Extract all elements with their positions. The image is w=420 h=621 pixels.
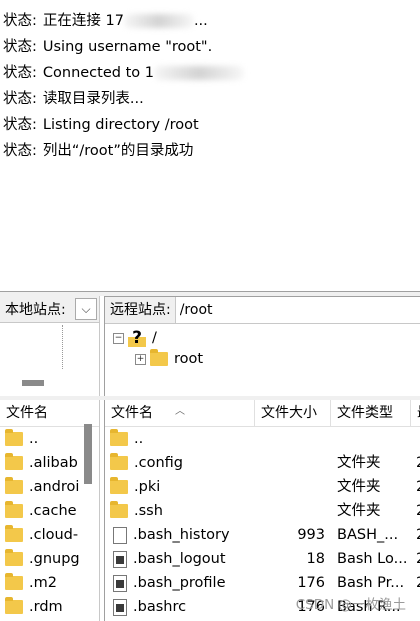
local-tree[interactable]: [0, 323, 99, 371]
list-item[interactable]: .cloud-: [0, 523, 99, 547]
script-file-icon: [113, 550, 127, 568]
redacted-ip: [153, 66, 244, 80]
remote-site-label: 远程站点:: [105, 296, 176, 324]
log-line: 状态: Connected to 1: [3, 60, 244, 86]
cell-name: .ssh: [110, 499, 163, 523]
folder-icon: [110, 477, 128, 494]
column-header-size[interactable]: 文件大小: [255, 400, 331, 427]
table-row[interactable]: .bash_profile 176 Bash Pr... 2: [105, 571, 420, 595]
cell-name: .bash_profile: [110, 571, 226, 595]
local-site-label: 本地站点:: [5, 302, 66, 318]
cell-name: .bashrc: [110, 595, 186, 619]
table-row[interactable]: .ssh 文件夹 2: [105, 499, 420, 523]
cell-type: 文件夹: [337, 455, 381, 471]
local-site-dropdown[interactable]: ⌵: [75, 298, 97, 320]
folder-icon: [5, 597, 23, 614]
horizontal-scrollbar[interactable]: [22, 380, 44, 386]
cell-size: 176: [297, 575, 325, 591]
folder-icon: [5, 573, 23, 590]
cell-type: Bash Pr...: [337, 575, 405, 591]
cell-modified: 2: [416, 547, 420, 571]
script-file-icon: [113, 598, 127, 616]
folder-icon: [5, 525, 23, 542]
folder-icon: [5, 501, 23, 518]
cell-size: 18: [306, 551, 325, 567]
remote-file-list: 文件名︿ 文件大小 文件类型 最 ...config文件夹2.pki文件夹2.s…: [104, 400, 420, 621]
remote-path-input[interactable]: [175, 297, 420, 323]
cell-name: ..: [110, 427, 143, 451]
redacted-ip: [123, 14, 194, 28]
log-line: 状态: Listing directory /root: [3, 117, 199, 133]
cell-type: BASH_...: [337, 527, 399, 543]
script-file-icon: [113, 574, 127, 592]
cell-name: .pki: [110, 475, 160, 499]
table-row[interactable]: ..: [105, 427, 420, 451]
watermark: CSDN @一枚渔土: [295, 597, 406, 613]
local-site-bar: 本地站点: ⌵: [0, 296, 99, 323]
column-header-name[interactable]: 文件名 ︿: [105, 400, 255, 427]
vertical-scrollbar[interactable]: [84, 424, 92, 484]
expand-icon[interactable]: +: [135, 353, 146, 365]
remote-list-header: 文件名︿ 文件大小 文件类型 最: [105, 400, 420, 427]
cell-modified: 2: [416, 451, 420, 475]
list-item[interactable]: .m2: [0, 571, 99, 595]
table-row[interactable]: .bash_history 993 BASH_... 2: [105, 523, 420, 547]
folder-icon: [5, 477, 23, 494]
column-header-name[interactable]: 文件名: [0, 400, 99, 427]
local-file-list: 文件名 .. .alibab .androi .cache .cloud- .g…: [0, 400, 100, 621]
remote-site-bar: 远程站点:: [105, 296, 420, 324]
cell-type: Bash Lo...: [337, 551, 408, 567]
cell-name: .config: [110, 451, 183, 475]
log-line: 状态: Using username "root".: [3, 39, 213, 55]
tree-connector: [62, 325, 63, 369]
cell-modified: 2: [416, 571, 420, 595]
table-row[interactable]: .bash_logout 18 Bash Lo... 2: [105, 547, 420, 571]
cell-modified: 2: [416, 499, 420, 523]
status-log: 状态: 正在连接 17... 状态: Using username "root". …: [0, 0, 420, 292]
folder-icon: [110, 429, 128, 446]
table-row[interactable]: .pki 文件夹 2: [105, 475, 420, 499]
unknown-folder-icon: ?: [128, 329, 146, 347]
cell-modified: 2: [416, 475, 420, 499]
tree-node-root-dir[interactable]: − ? /: [113, 327, 157, 349]
list-item[interactable]: .cache: [0, 499, 99, 523]
tree-node-root[interactable]: + root: [135, 348, 203, 370]
cell-name: .bash_logout: [110, 547, 226, 571]
cell-type: 文件夹: [337, 503, 381, 519]
list-item[interactable]: .gnupg: [0, 547, 99, 571]
folder-icon: [150, 349, 168, 366]
folder-icon: [5, 453, 23, 470]
folder-icon: [110, 501, 128, 518]
tree-node-label: root: [174, 351, 204, 367]
local-list-header: 文件名: [0, 400, 99, 427]
remote-site-pane: 远程站点: − ? / + root: [104, 296, 420, 396]
log-line: 状态: 读取目录列表...: [3, 91, 144, 107]
tree-node-label: /: [152, 330, 157, 346]
sort-ascending-icon: ︿: [175, 406, 185, 417]
log-line: 状态: 列出“/root”的目录成功: [3, 143, 194, 159]
file-icon: [113, 526, 127, 544]
folder-icon: [5, 429, 23, 446]
table-row[interactable]: .config 文件夹 2: [105, 451, 420, 475]
folder-icon: [110, 453, 128, 470]
column-header-type[interactable]: 文件类型: [331, 400, 411, 427]
log-line: 状态: 正在连接 17...: [3, 13, 208, 29]
cell-size: 993: [297, 527, 325, 543]
cell-name: .bash_history: [110, 523, 230, 547]
list-item[interactable]: .rdm: [0, 595, 99, 619]
chevron-down-icon: ⌵: [81, 301, 91, 316]
local-site-pane: 本地站点: ⌵: [0, 296, 100, 396]
collapse-icon[interactable]: −: [113, 332, 124, 344]
folder-icon: [5, 549, 23, 566]
cell-type: 文件夹: [337, 479, 381, 495]
cell-modified: 2: [416, 523, 420, 547]
remote-rows: ...config文件夹2.pki文件夹2.ssh文件夹2.bash_histo…: [105, 427, 420, 619]
column-header-modified[interactable]: 最: [411, 400, 420, 427]
